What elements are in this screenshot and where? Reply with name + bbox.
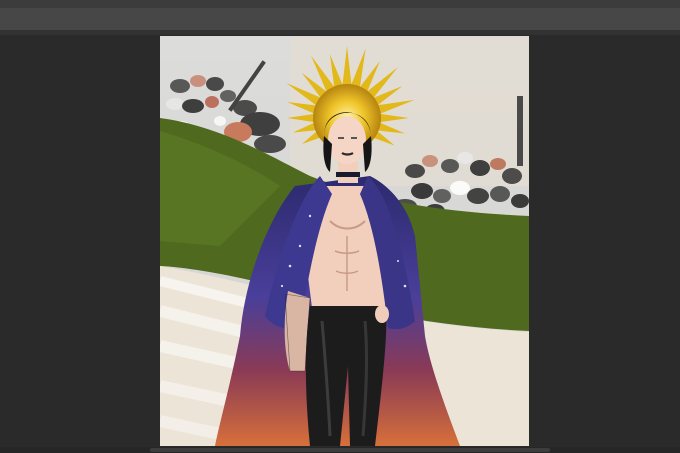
horizontal-scrollbar[interactable] bbox=[0, 447, 680, 453]
toolbar bbox=[0, 8, 680, 31]
drawing-canvas[interactable] bbox=[160, 36, 529, 446]
face bbox=[328, 116, 366, 164]
artwork-illustration bbox=[160, 36, 529, 446]
choker bbox=[336, 172, 360, 177]
right-hand bbox=[375, 305, 389, 323]
title-bar bbox=[0, 0, 680, 8]
scrollbar-thumb[interactable] bbox=[150, 448, 550, 452]
app-window bbox=[0, 0, 680, 453]
